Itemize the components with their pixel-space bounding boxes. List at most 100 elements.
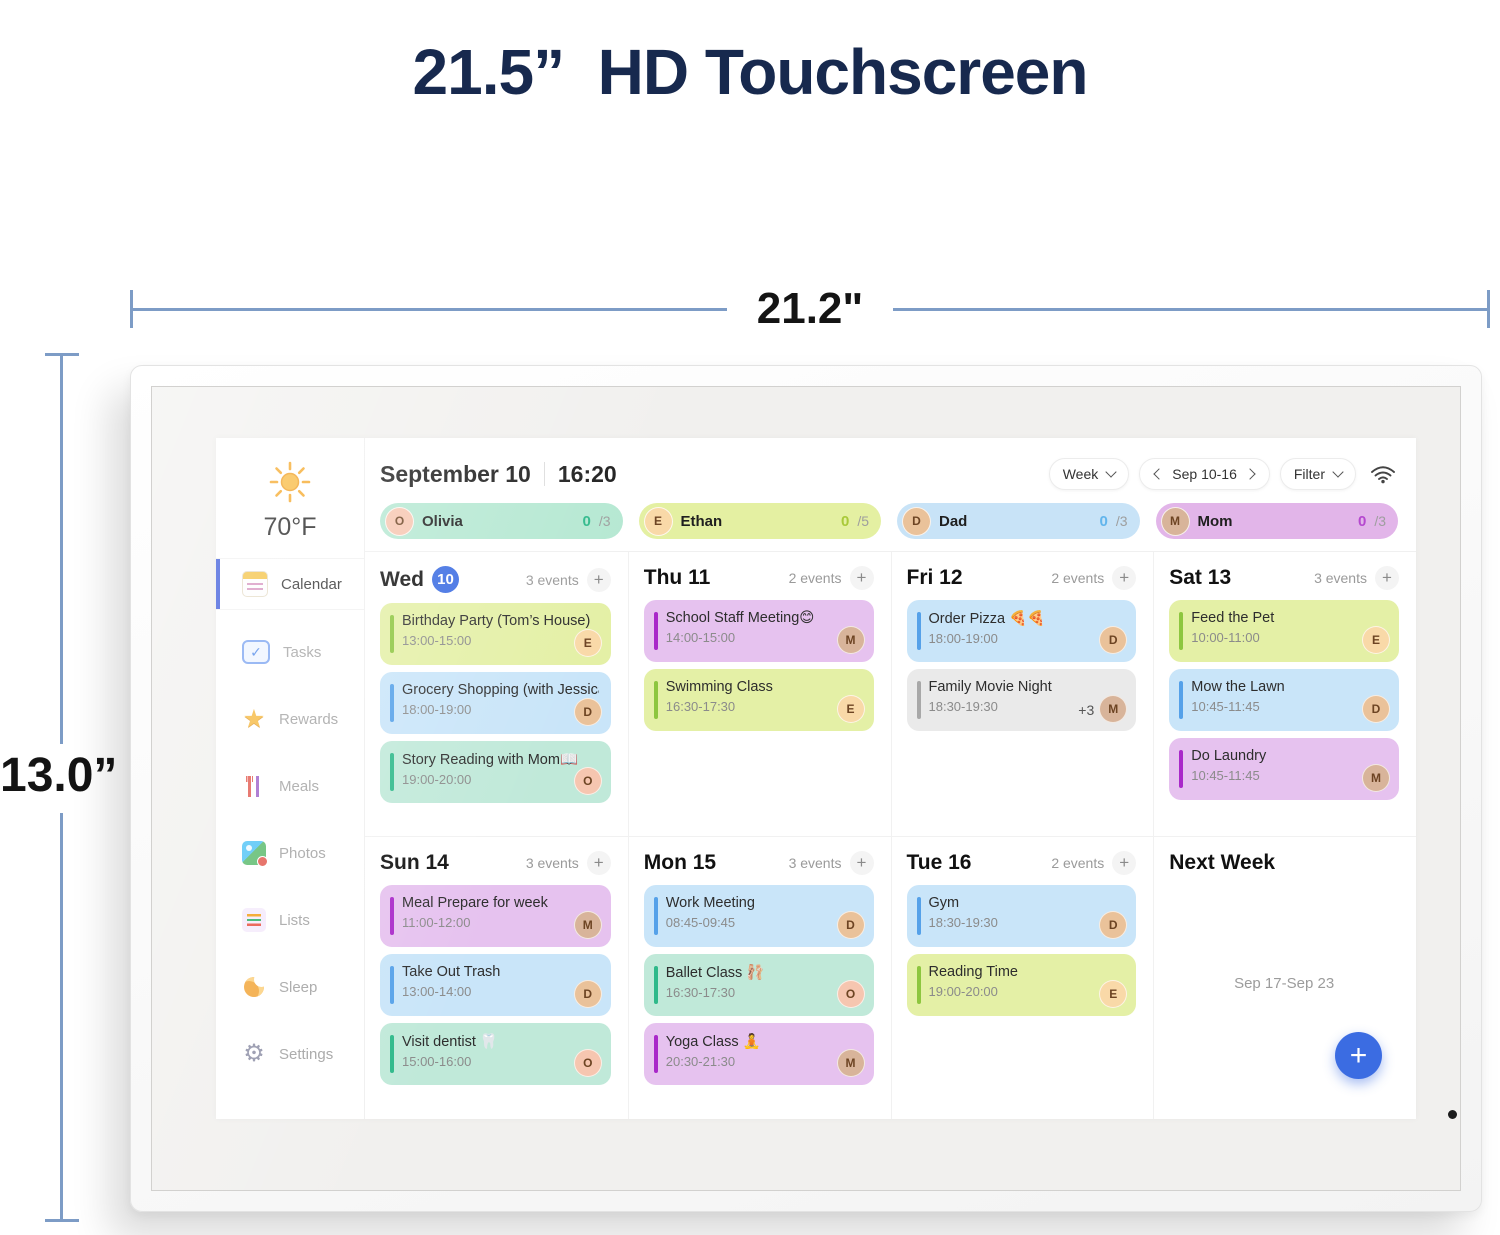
event-time: 13:00-14:00	[402, 983, 472, 999]
event-card[interactable]: Birthday Party (Tom’s House) 13:00-15:00…	[380, 603, 611, 665]
event-title: Swimming Class	[665, 679, 773, 695]
add-event-fab[interactable]: +	[1335, 1032, 1382, 1079]
week-grid: Wed 10 3 events + Birthday Party (Tom’s …	[365, 551, 1416, 1119]
day-cell: Mon 15 3 events + Work Meeting 08:45-09:…	[627, 835, 891, 1119]
sidebar-item[interactable]: Photos	[216, 828, 364, 878]
sidebar-item[interactable]: Settings	[216, 1029, 364, 1079]
event-card[interactable]: Feed the Pet 10:00-11:00 E	[1169, 600, 1399, 662]
width-dimension-annotation: 21.2"	[130, 284, 1490, 333]
sun-icon	[269, 461, 311, 503]
event-card[interactable]: Reading Time 19:00-20:00 E	[906, 953, 1137, 1016]
avatar: O	[836, 979, 865, 1008]
event-card[interactable]: Family Movie Night 18:30-19:30 +3 M	[906, 669, 1137, 731]
wifi-icon	[1371, 466, 1395, 484]
event-card[interactable]: Grocery Shopping (with Jessica) 18:00-19…	[380, 672, 611, 734]
member-chip[interactable]: D Dad 0 /3	[897, 503, 1140, 539]
sidebar-item-icon	[242, 908, 266, 932]
sidebar-nav: Calendar Tasks Rewards	[216, 558, 364, 1079]
event-time: 10:45-11:45	[1191, 699, 1260, 714]
member-chip[interactable]: M Mom 0 /3	[1155, 503, 1398, 539]
event-time: 14:00-15:00	[665, 630, 736, 645]
event-card[interactable]: Ballet Class 🩰 16:30-17:30 O	[643, 953, 874, 1016]
sidebar-item-icon	[242, 972, 269, 999]
sidebar-item-label: Meals	[279, 777, 320, 795]
sidebar-item-label: Settings	[279, 1045, 334, 1063]
event-card[interactable]: School Staff Meeting😊 14:00-15:00 M	[643, 600, 874, 662]
sidebar-item-label: Calendar	[281, 575, 342, 593]
add-event-button[interactable]: +	[849, 566, 874, 590]
calendar-header: September 10 16:20 Week Sep 10-16 Filter	[365, 438, 1416, 490]
avatar: D	[836, 910, 865, 939]
event-count: 3 events	[788, 854, 842, 871]
dimension-line	[60, 813, 63, 1219]
event-card[interactable]: Yoga Class 🧘 20:30-21:30 M	[643, 1022, 874, 1085]
add-event-button[interactable]: +	[586, 850, 611, 875]
chevron-left-icon[interactable]	[1153, 468, 1165, 480]
member-chip[interactable]: E Ethan 0 /5	[638, 503, 881, 539]
chevron-down-icon	[1105, 466, 1117, 478]
member-chip[interactable]: O Olivia 0 /3	[380, 503, 623, 539]
event-time: 18:30-19:30	[928, 699, 998, 714]
sidebar-item-label: Sleep	[279, 978, 318, 996]
event-title: Work Meeting	[665, 894, 755, 911]
dimension-cap	[1487, 290, 1490, 328]
event-time: 19:00-20:00	[402, 772, 472, 787]
sidebar-item[interactable]: Meals	[216, 761, 364, 811]
event-time: 10:00-11:00	[1191, 630, 1260, 645]
event-count: 3 events	[525, 854, 579, 871]
member-progress-done: 0	[582, 512, 591, 530]
sidebar-item[interactable]: Rewards	[216, 694, 364, 744]
avatar: D	[1099, 910, 1128, 939]
event-color-bar	[653, 965, 658, 1004]
avatar: O	[573, 767, 602, 795]
device-screen: 70°F Calendar Tasks	[151, 386, 1461, 1191]
dimension-line	[133, 307, 727, 311]
event-extra-count: +3	[1078, 702, 1095, 718]
event-card[interactable]: Gym 18:30-19:30 D	[906, 884, 1137, 947]
event-card[interactable]: Work Meeting 08:45-09:45 D	[643, 884, 874, 947]
sidebar-item[interactable]: Tasks	[216, 627, 364, 677]
member-chips: O Olivia 0 /3 E Ethan 0 /5 D Dad 0 /3 M …	[365, 490, 1416, 551]
event-time: 10:45-11:45	[1191, 768, 1260, 783]
add-event-button[interactable]: +	[1112, 566, 1137, 590]
add-event-button[interactable]: +	[1112, 850, 1137, 875]
filter-dropdown[interactable]: Filter	[1279, 458, 1356, 490]
event-color-bar	[390, 1034, 394, 1073]
header-divider	[543, 462, 545, 486]
sidebar-item[interactable]: Calendar	[216, 558, 364, 610]
event-card[interactable]: Mow the Lawn 10:45-11:45 D	[1169, 669, 1399, 731]
sidebar-item-label: Photos	[279, 844, 326, 862]
width-dimension-label: 21.2"	[756, 284, 864, 333]
add-event-button[interactable]: +	[849, 850, 874, 875]
event-card[interactable]: Visit dentist 🦷 15:00-16:00 O	[380, 1022, 611, 1085]
event-card[interactable]: Do Laundry 10:45-11:45 M	[1169, 738, 1399, 800]
sidebar-item-icon	[242, 775, 266, 797]
header-controls: Week Sep 10-16 Filter	[1048, 458, 1356, 490]
week-range-navigator[interactable]: Sep 10-16	[1139, 458, 1270, 490]
add-event-button[interactable]: +	[586, 567, 611, 592]
chevron-right-icon[interactable]	[1244, 468, 1256, 480]
view-selector-dropdown[interactable]: Week	[1048, 458, 1130, 490]
event-count: 3 events	[1314, 570, 1367, 586]
event-time: 16:30-17:30	[665, 984, 736, 1000]
avatar: O	[573, 1048, 602, 1077]
event-card[interactable]: Story Reading with Mom📖 19:00-20:00 O	[380, 741, 611, 803]
event-card[interactable]: Order Pizza 🍕🍕 18:00-19:00 D	[906, 600, 1137, 662]
height-dimension-label: 13.0”	[0, 749, 118, 802]
sidebar-item-icon	[242, 1042, 266, 1066]
next-week-title: Next Week	[1169, 850, 1276, 874]
event-count: 2 events	[1051, 854, 1105, 871]
day-title: Sun 14	[380, 850, 449, 874]
avatar: E	[573, 629, 602, 657]
sidebar-item-label: Rewards	[279, 710, 339, 728]
sidebar-item-icon	[242, 640, 270, 664]
sidebar-item[interactable]: Lists	[216, 895, 364, 945]
sidebar-item[interactable]: Sleep	[216, 962, 364, 1012]
event-title: Birthday Party (Tom’s House)	[402, 613, 591, 629]
event-card[interactable]: Take Out Trash 13:00-14:00 D	[380, 953, 611, 1016]
event-color-bar	[916, 612, 921, 650]
event-card[interactable]: Meal Prepare for week 11:00-12:00 M	[380, 884, 611, 947]
add-event-button[interactable]: +	[1375, 566, 1399, 590]
event-time: 18:30-19:30	[928, 914, 998, 930]
event-card[interactable]: Swimming Class 16:30-17:30 E	[643, 669, 874, 731]
